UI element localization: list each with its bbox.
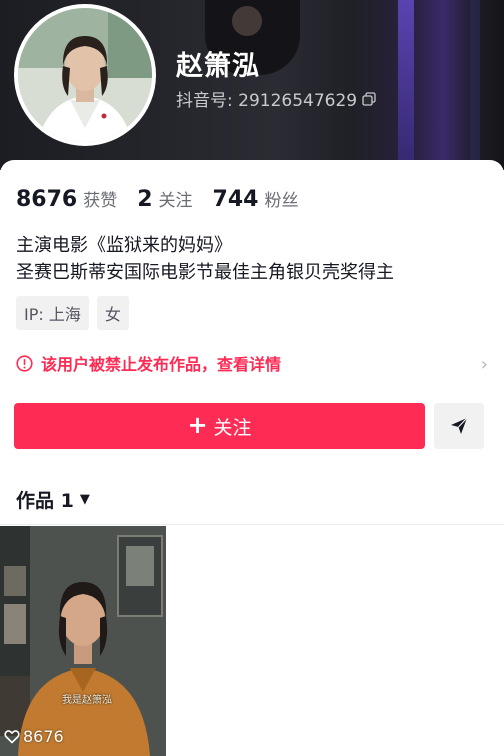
heart-outline-icon — [4, 730, 20, 744]
video-likes-count: 8676 — [23, 727, 64, 746]
paper-plane-icon — [451, 417, 468, 434]
video-thumbnail-image — [0, 526, 166, 756]
profile-bio: 主演电影《监狱来的妈妈》 圣赛巴斯蒂安国际电影节最佳主角银贝壳奖得主 — [16, 232, 394, 286]
share-button[interactable] — [434, 403, 484, 449]
follow-button-label: 关注 — [213, 416, 252, 439]
follow-button[interactable]: + 关注 — [14, 403, 425, 449]
stat-followers[interactable]: 744 粉丝 — [213, 186, 299, 212]
caret-down-icon: ▼ — [79, 492, 90, 507]
tab-works[interactable]: 作品 1 ▼ — [16, 486, 90, 513]
header-backdrop-light-2 — [470, 0, 480, 170]
plus-icon: + — [187, 411, 208, 439]
tag-ip-location: IP: 上海 — [16, 296, 89, 330]
tag-gender: 女 — [96, 296, 129, 330]
warning-circle-icon — [16, 354, 33, 372]
profile-tags: IP: 上海 女 — [16, 296, 129, 330]
stat-likes-count: 8676 — [16, 187, 78, 212]
ban-notice-text: 该用户被禁止发布作品，查看详情 — [41, 355, 282, 374]
avatar-portrait — [18, 8, 152, 142]
profile-stats: 8676 获赞 2 关注 744 粉丝 — [16, 186, 318, 212]
tab-divider — [0, 524, 504, 525]
douyin-id[interactable]: 抖音号: 29126547629 — [176, 86, 376, 111]
bio-line-1: 主演电影《监狱来的妈妈》 — [16, 235, 232, 256]
copy-icon[interactable] — [362, 91, 376, 106]
douyin-id-text: 抖音号: 29126547629 — [176, 91, 358, 111]
header-backdrop-hand — [232, 6, 262, 36]
stat-followers-count: 744 — [212, 187, 259, 212]
chevron-right-icon: › — [480, 354, 488, 375]
avatar[interactable] — [14, 4, 156, 146]
stat-likes[interactable]: 8676 获赞 — [16, 186, 117, 212]
stat-following-count: 2 — [137, 187, 153, 212]
stat-likes-label: 获赞 — [83, 191, 118, 211]
stat-following[interactable]: 2 关注 — [137, 186, 192, 212]
video-caption: 我是赵箫泓 — [62, 695, 112, 706]
video-likes: 8676 — [4, 727, 64, 746]
profile-name: 赵箫泓 — [176, 51, 260, 82]
video-thumbnail[interactable]: 我是赵箫泓 8676 — [0, 526, 166, 756]
stat-followers-label: 粉丝 — [264, 191, 299, 211]
ban-notice[interactable]: 该用户被禁止发布作品，查看详情 › — [16, 350, 490, 376]
header-backdrop-light — [398, 0, 414, 170]
tab-works-label: 作品 1 — [16, 490, 74, 512]
bio-line-2: 圣赛巴斯蒂安国际电影节最佳主角银贝壳奖得主 — [16, 262, 394, 283]
stat-following-label: 关注 — [158, 191, 193, 211]
